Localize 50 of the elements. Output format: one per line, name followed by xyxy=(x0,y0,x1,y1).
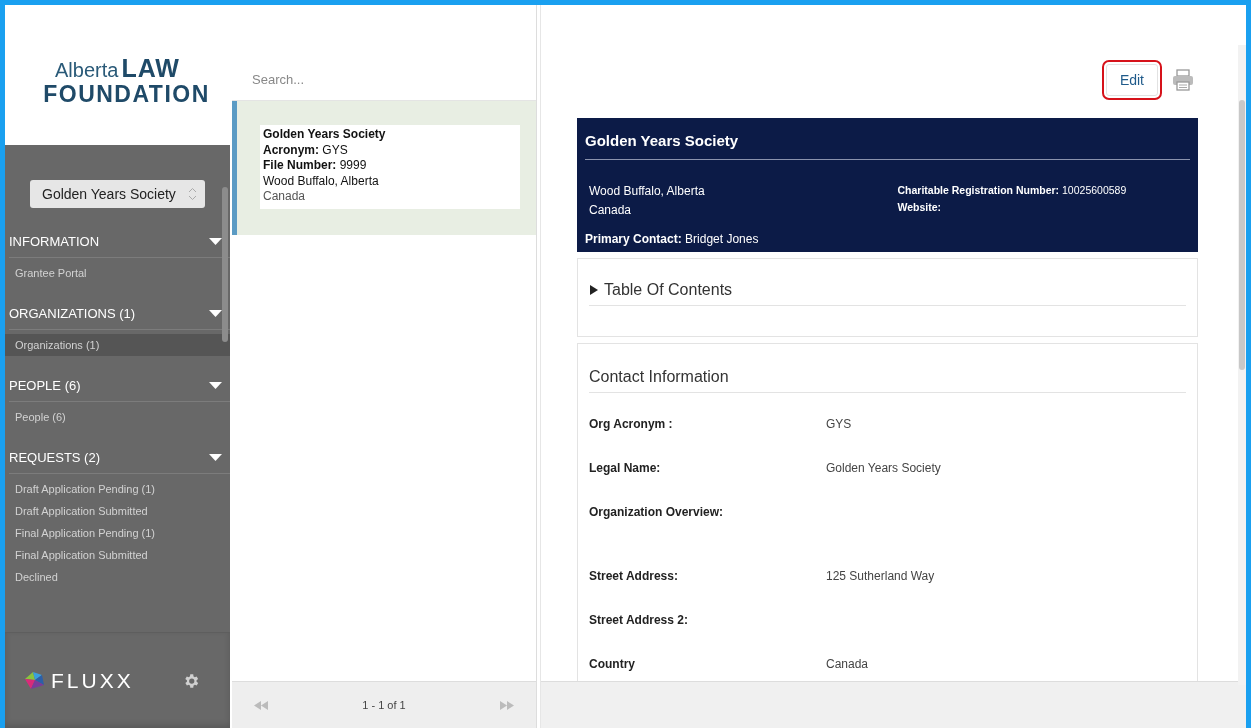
sidebar-item[interactable]: People (6) xyxy=(5,406,230,428)
section-header[interactable]: PEOPLE (6) xyxy=(9,378,81,393)
organization-title: Golden Years Society xyxy=(585,130,1190,160)
brand-name: FLUXX xyxy=(51,668,134,693)
record-row[interactable]: Golden Years Society Acronym: GYS File Number: 9999 Wood Buffalo, Alberta Canada xyxy=(232,101,536,235)
record-name: Golden Years Society xyxy=(263,127,387,143)
sidebar-item[interactable]: Organizations (1) xyxy=(5,334,230,356)
sidebar-item[interactable]: Final Application Pending (1) xyxy=(5,522,230,544)
registration-number: Charitable Registration Number: 10025600589 xyxy=(897,183,1128,198)
print-icon[interactable] xyxy=(1172,69,1194,91)
sidebar-item[interactable]: Grantee Portal xyxy=(5,262,230,284)
field-value: Canada xyxy=(826,657,870,674)
table-of-contents-toggle[interactable]: Table Of Contents xyxy=(589,259,1186,307)
pagination-text: 1 - 1 of 1 xyxy=(362,699,406,711)
caret-right-icon xyxy=(589,285,599,296)
field-label: Legal Name: xyxy=(589,461,662,478)
section-title: Contact Information xyxy=(589,344,1186,394)
section-header[interactable]: ORGANIZATIONS (1) xyxy=(9,306,136,321)
organization-selector[interactable]: Golden Years Society xyxy=(30,180,205,208)
field-label: Country xyxy=(589,657,636,674)
website-label: Website: xyxy=(897,199,943,215)
record-city: Wood Buffalo, Alberta xyxy=(263,173,380,190)
sidebar-item[interactable]: Declined xyxy=(5,566,230,588)
primary-contact: Primary Contact: Bridget Jones xyxy=(585,232,760,247)
caret-down-icon[interactable] xyxy=(209,310,222,318)
field-label: Street Address 2: xyxy=(589,613,689,630)
record-country: Canada xyxy=(263,189,307,205)
sidebar-item[interactable]: Draft Application Pending (1) xyxy=(5,478,230,500)
caret-down-icon[interactable] xyxy=(209,382,222,390)
sidebar-item[interactable]: Final Application Submitted xyxy=(5,544,230,566)
section-header[interactable]: INFORMATION xyxy=(9,234,100,249)
header-city: Wood Buffalo, Alberta xyxy=(589,183,706,200)
field-label: Street Address: xyxy=(589,569,679,586)
caret-down-icon[interactable] xyxy=(209,238,222,246)
field-label: Org Acronym : xyxy=(589,417,674,434)
sidebar-item[interactable]: Draft Application Submitted xyxy=(5,500,230,522)
logo-text: FOUNDATION xyxy=(43,83,210,106)
field-label: Organization Overview: xyxy=(589,505,725,522)
section-header[interactable]: REQUESTS (2) xyxy=(9,450,100,465)
updown-icon xyxy=(188,187,197,201)
caret-down-icon[interactable] xyxy=(209,454,222,462)
logo-text: LAW xyxy=(121,54,180,83)
field-value: GYS xyxy=(826,417,853,434)
field-value: Golden Years Society xyxy=(826,461,942,478)
header-country: Canada xyxy=(589,202,633,220)
record-acronym: Acronym: GYS xyxy=(263,142,349,159)
record-file-number: File Number: 9999 xyxy=(263,158,368,174)
field-value: 125 Sutherland Way xyxy=(826,569,936,586)
logo-text: Alberta xyxy=(55,59,119,82)
flower-icon xyxy=(23,670,45,691)
